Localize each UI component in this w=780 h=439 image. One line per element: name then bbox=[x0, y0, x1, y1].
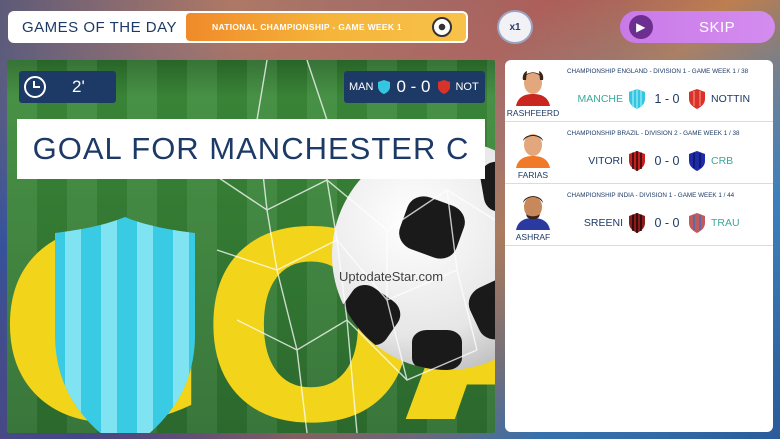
home-shield-icon bbox=[629, 213, 645, 233]
home-team: SREENI bbox=[583, 217, 623, 229]
scoreboard-score: 0 - 0 bbox=[396, 77, 431, 96]
manchester-shield-icon bbox=[55, 217, 195, 433]
match-time: 2' bbox=[72, 77, 85, 96]
away-shield-icon bbox=[438, 80, 451, 94]
player-avatar-icon bbox=[516, 196, 550, 230]
arrow-right-icon: ▶ bbox=[629, 15, 653, 39]
match-timer: 2' bbox=[19, 71, 116, 103]
match-scene: GOAL bbox=[7, 60, 495, 433]
ball-patch bbox=[463, 269, 495, 346]
match-score: 0 - 0 bbox=[654, 154, 680, 168]
match-score: 0 - 0 bbox=[654, 216, 680, 230]
header-subtitle: NATIONAL CHAMPIONSHIP - GAME WEEK 1 bbox=[186, 13, 466, 41]
other-matches-panel: RASHFEERD CHAMPIONSHIP ENGLAND - DIVISIO… bbox=[505, 60, 773, 432]
home-team: VITORI bbox=[588, 155, 623, 167]
away-shield-icon bbox=[689, 89, 705, 109]
competition-label: CHAMPIONSHIP INDIA - DIVISION 1 - GAME W… bbox=[567, 192, 735, 199]
player-name: RASHFEERD bbox=[506, 108, 560, 118]
goal-banner: GOAL FOR MANCHESTER C bbox=[17, 119, 485, 179]
away-shield-icon bbox=[689, 213, 705, 233]
goal-banner-text: GOAL FOR MANCHESTER C bbox=[32, 131, 470, 166]
home-shield-icon bbox=[629, 151, 645, 171]
away-team: TRAU bbox=[711, 217, 740, 229]
away-abbr: NOT bbox=[455, 81, 479, 93]
watermark: UptodateStar.com bbox=[339, 269, 444, 284]
away-shield-icon bbox=[689, 151, 705, 171]
result-line: VITORI 0 - 0 CRB bbox=[567, 148, 767, 174]
competition-label: CHAMPIONSHIP ENGLAND - DIVISION 1 - GAME… bbox=[567, 68, 749, 75]
home-team: MANCHE bbox=[577, 93, 623, 105]
home-shield-icon bbox=[629, 89, 645, 109]
home-shield-icon bbox=[378, 80, 391, 94]
clock-icon bbox=[24, 76, 46, 98]
speed-label: x1 bbox=[509, 21, 521, 33]
result-line: MANCHE 1 - 0 NOTTIN bbox=[567, 86, 767, 112]
ball-patch bbox=[394, 191, 470, 264]
ball-patch bbox=[412, 330, 462, 370]
games-of-the-day-header: GAMES OF THE DAY NATIONAL CHAMPIONSHIP -… bbox=[8, 11, 468, 43]
player-name: ASHRAF bbox=[515, 232, 551, 242]
speed-button[interactable]: x1 bbox=[497, 10, 533, 44]
skip-label: SKIP bbox=[699, 18, 736, 36]
list-item[interactable]: RASHFEERD CHAMPIONSHIP ENGLAND - DIVISIO… bbox=[505, 60, 773, 122]
away-team: NOTTIN bbox=[711, 93, 751, 105]
skip-button[interactable]: ▶ SKIP bbox=[620, 11, 775, 43]
result-line: SREENI 0 - 0 TRAU bbox=[567, 210, 767, 236]
header-title: GAMES OF THE DAY bbox=[22, 18, 177, 36]
list-item[interactable]: ASHRAF CHAMPIONSHIP INDIA - DIVISION 1 -… bbox=[505, 184, 773, 246]
soccer-ball-icon bbox=[432, 17, 452, 37]
away-team: CRB bbox=[711, 155, 734, 167]
list-item[interactable]: FARIAS CHAMPIONSHIP BRAZIL - DIVISION 2 … bbox=[505, 122, 773, 184]
player-avatar-icon bbox=[516, 71, 550, 106]
player-name: FARIAS bbox=[517, 170, 549, 180]
competition-label: CHAMPIONSHIP BRAZIL - DIVISION 2 - GAME … bbox=[567, 130, 740, 137]
player-avatar-icon bbox=[516, 134, 550, 168]
home-abbr: MAN bbox=[349, 81, 374, 93]
scoreboard: MAN 0 - 0 NOT bbox=[344, 71, 485, 103]
championship-label: NATIONAL CHAMPIONSHIP - GAME WEEK 1 bbox=[212, 22, 402, 32]
match-score: 1 - 0 bbox=[654, 92, 680, 106]
